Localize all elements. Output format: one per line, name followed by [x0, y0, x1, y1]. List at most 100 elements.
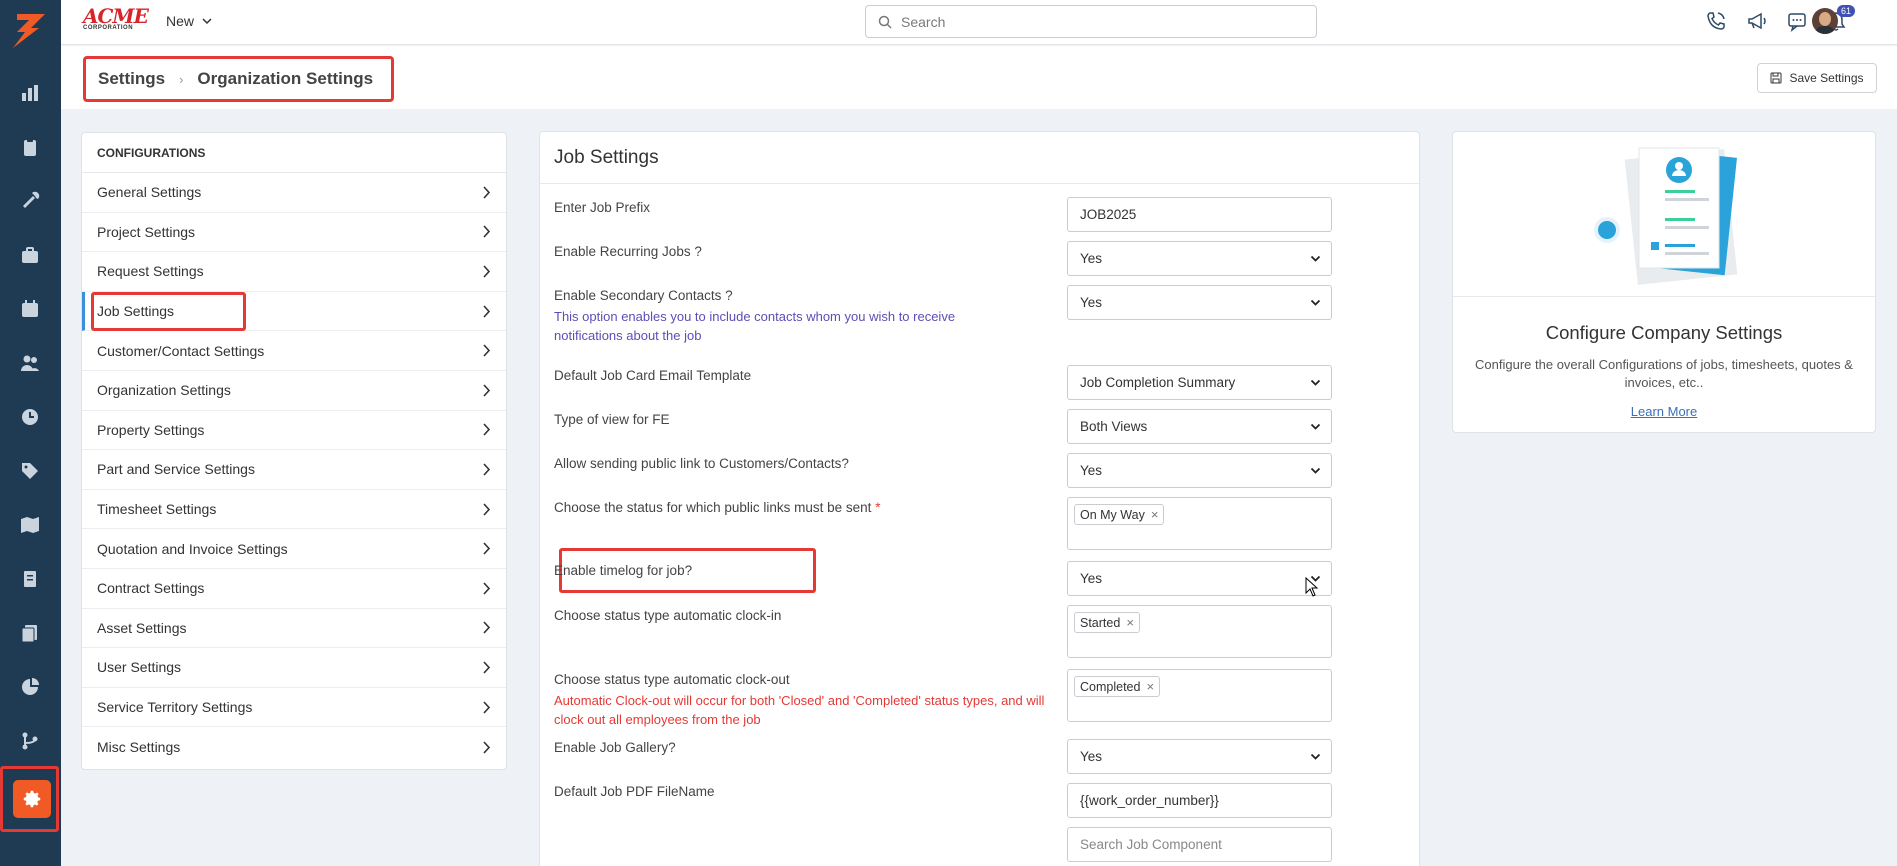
status-chip: Completed × [1074, 676, 1161, 697]
chevron-down-icon [1310, 379, 1321, 386]
chevron-right-icon [483, 542, 491, 555]
chevron-right-icon [483, 384, 491, 397]
public-status-label-text: Choose the status for which public links… [554, 500, 872, 515]
invoice-icon[interactable] [18, 567, 42, 591]
brand-logo[interactable]: ACME CORPORATION [83, 6, 149, 34]
global-search[interactable] [865, 5, 1317, 38]
timelog-select[interactable]: Yes [1067, 561, 1332, 596]
pdf-filename-field[interactable] [1067, 783, 1332, 818]
status-chip: On My Way × [1074, 504, 1165, 525]
timelog-value: Yes [1080, 571, 1103, 586]
new-dropdown-button[interactable]: New [166, 13, 212, 29]
chevron-right-icon [483, 423, 491, 436]
remove-chip-icon[interactable]: × [1126, 615, 1134, 630]
learn-more-link[interactable]: Learn More [1453, 404, 1875, 419]
chevron-down-icon [1310, 299, 1321, 306]
new-label: New [166, 13, 195, 29]
status-chip: Started × [1074, 612, 1140, 633]
email-template-select[interactable]: Job Completion Summary [1067, 365, 1332, 400]
notification-count-badge: 61 [1837, 5, 1856, 17]
public-link-value: Yes [1080, 463, 1103, 478]
status-chip-label: On My Way [1080, 507, 1145, 522]
calendar-icon[interactable] [18, 297, 42, 321]
chevron-right-icon [483, 700, 491, 714]
left-rail [0, 0, 61, 866]
mouse-cursor-icon [1305, 577, 1319, 597]
config-item-user[interactable]: User Settings [82, 648, 506, 688]
save-settings-label: Save Settings [1789, 71, 1864, 85]
status-chip-label: Completed [1080, 679, 1141, 694]
map-icon[interactable] [18, 513, 42, 537]
user-avatar[interactable] [1812, 8, 1838, 34]
config-item-asset[interactable]: Asset Settings [82, 609, 506, 649]
config-item-property[interactable]: Property Settings [82, 411, 506, 451]
config-item-job[interactable]: Job Settings [82, 291, 506, 332]
config-item-service-territory[interactable]: Service Territory Settings [82, 688, 506, 728]
config-item-project[interactable]: Project Settings [82, 213, 506, 253]
job-prefix-field[interactable] [1067, 197, 1332, 232]
job-component-input[interactable] [1080, 837, 1320, 852]
breadcrumb-settings-link[interactable]: Settings [98, 69, 165, 89]
config-item-request[interactable]: Request Settings [82, 252, 506, 292]
analytics-icon[interactable] [18, 81, 42, 105]
settings-nav-button[interactable] [13, 780, 51, 818]
public-link-select[interactable]: Yes [1067, 453, 1332, 488]
clipboard-icon[interactable] [18, 135, 42, 159]
job-gallery-select[interactable]: Yes [1067, 739, 1332, 774]
gear-icon [23, 790, 41, 808]
document-illustration-icon [1594, 147, 1738, 285]
view-type-select[interactable]: Both Views [1067, 409, 1332, 444]
job-component-search[interactable] [1067, 827, 1332, 862]
chevron-right-icon [483, 463, 491, 476]
clock-in-multiselect[interactable]: Started × [1067, 605, 1332, 658]
secondary-contacts-select[interactable]: Yes [1067, 285, 1332, 320]
config-item-label: Organization Settings [97, 382, 231, 399]
documents-icon[interactable] [18, 621, 42, 645]
pie-chart-icon[interactable] [18, 675, 42, 699]
search-icon [878, 15, 892, 29]
recurring-jobs-value: Yes [1080, 251, 1103, 266]
chevron-right-icon [483, 621, 491, 634]
tag-icon[interactable] [18, 459, 42, 483]
users-icon[interactable] [18, 351, 42, 375]
config-item-label: Property Settings [97, 421, 205, 438]
breadcrumb: Settings › Organization Settings [83, 56, 394, 102]
config-item-contract[interactable]: Contract Settings [82, 569, 506, 609]
remove-chip-icon[interactable]: × [1146, 679, 1154, 694]
save-settings-button[interactable]: Save Settings [1757, 63, 1877, 93]
configurations-panel: CONFIGURATIONS General Settings Project … [81, 132, 507, 770]
briefcase-icon[interactable] [18, 243, 42, 267]
chat-icon[interactable] [1786, 10, 1808, 35]
pdf-filename-input[interactable] [1080, 793, 1320, 808]
config-item-organization[interactable]: Organization Settings [82, 371, 506, 411]
breadcrumb-current: Organization Settings [197, 69, 374, 88]
secondary-contacts-value: Yes [1080, 295, 1103, 310]
config-item-timesheet[interactable]: Timesheet Settings [82, 490, 506, 530]
config-item-general[interactable]: General Settings [82, 173, 506, 213]
card-title: Configure Company Settings [1545, 322, 1783, 343]
settings-illustration [1453, 132, 1875, 297]
phone-icon[interactable] [1705, 10, 1727, 35]
view-type-value: Both Views [1080, 419, 1148, 434]
secondary-contacts-note: This option enables you to include conta… [554, 309, 956, 343]
clock-icon[interactable] [18, 405, 42, 429]
recurring-jobs-select[interactable]: Yes [1067, 241, 1332, 276]
clock-out-multiselect[interactable]: Completed × [1067, 669, 1332, 722]
workflow-icon[interactable] [18, 729, 42, 753]
config-item-label: Part and Service Settings [97, 461, 255, 478]
search-input[interactable] [901, 13, 1281, 30]
remove-chip-icon[interactable]: × [1151, 507, 1159, 522]
app-logo-icon[interactable] [9, 12, 49, 50]
megaphone-icon[interactable] [1746, 10, 1768, 35]
config-item-customer-contact[interactable]: Customer/Contact Settings [82, 331, 506, 371]
config-item-quotation-invoice[interactable]: Quotation and Invoice Settings [82, 529, 506, 569]
config-item-label: Asset Settings [97, 619, 187, 636]
clock-out-note: Automatic Clock-out will occur for both … [554, 693, 1045, 727]
config-item-part-service[interactable]: Part and Service Settings [82, 450, 506, 490]
job-prefix-input[interactable] [1080, 207, 1320, 222]
config-item-misc[interactable]: Misc Settings [82, 727, 506, 767]
top-bar: ACME CORPORATION New 61 [61, 0, 1897, 45]
chevron-right-icon [483, 225, 491, 238]
tools-icon[interactable] [18, 189, 42, 213]
public-status-multiselect[interactable]: On My Way × [1067, 497, 1332, 550]
